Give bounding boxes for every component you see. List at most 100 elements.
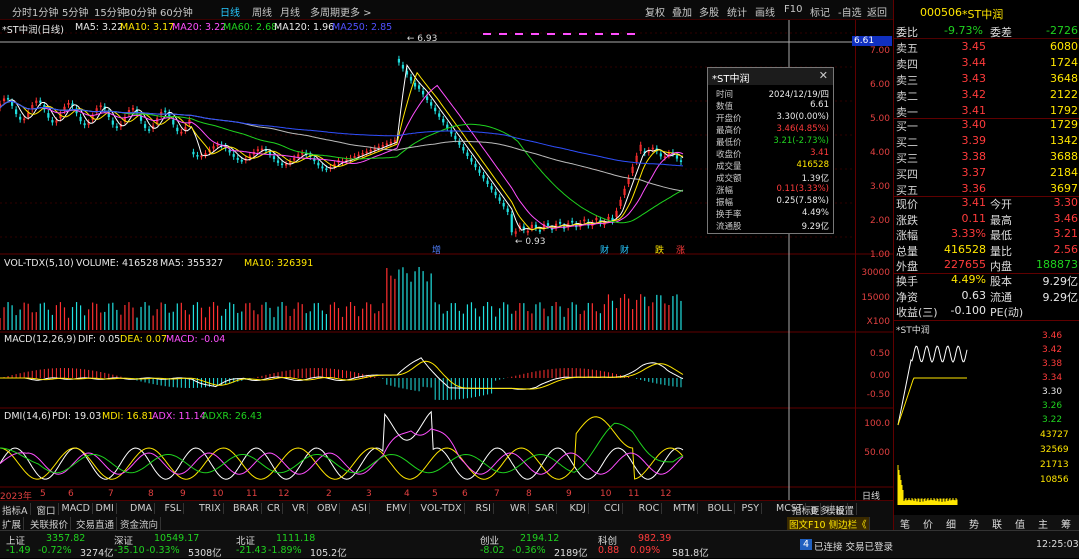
quote-label: 股本 bbox=[990, 275, 1012, 288]
indicator-tab[interactable]: MACD bbox=[60, 503, 93, 514]
index-amount: 5308亿 bbox=[188, 548, 222, 559]
y-axis: 7.00 6.00 5.00 4.00 3.00 2.00 1.00 6.61 30000 150… bbox=[852, 20, 893, 500]
ob-price: 3.42 bbox=[961, 88, 987, 101]
quote-row: 涨幅 3.33% 最低 3.21 bbox=[894, 227, 1079, 242]
month-label: 3 bbox=[366, 489, 372, 499]
month-label: 7 bbox=[494, 489, 500, 499]
quote-label: 流通 bbox=[990, 290, 1012, 304]
nav-tab[interactable]: 交易直通 bbox=[74, 517, 118, 531]
indicator-tab[interactable]: ASI bbox=[350, 503, 370, 514]
candle-body bbox=[462, 146, 465, 151]
vol-tick: X100 bbox=[866, 317, 890, 327]
candle-body bbox=[192, 151, 195, 155]
nav-tab[interactable]: 资金流向 bbox=[118, 517, 162, 531]
indicator-tab[interactable]: FSL bbox=[163, 503, 185, 514]
ob-volume: 1792 bbox=[1050, 104, 1078, 117]
indicator-tab[interactable]: EMV bbox=[384, 503, 410, 514]
clock: 12:25:03 bbox=[1036, 539, 1079, 550]
ma10-legend: MA10: 3.17 bbox=[120, 22, 175, 33]
candle-body bbox=[176, 127, 179, 132]
indicator-tab[interactable]: ROC bbox=[637, 503, 663, 514]
flag-mark bbox=[483, 33, 491, 35]
event-tag[interactable]: 财 bbox=[600, 243, 609, 256]
tooltip-row: 成交额 1.39亿 bbox=[708, 172, 833, 184]
sidebar-toggle[interactable]: 图文F10 侧边栏《 bbox=[787, 517, 870, 531]
nav-tab[interactable]: 关联报价 bbox=[28, 517, 72, 531]
mini-chart bbox=[897, 345, 968, 505]
indicator-tab[interactable]: DMA bbox=[128, 503, 156, 514]
month-label: 10 bbox=[212, 489, 224, 499]
macd-tick: 0.00 bbox=[869, 371, 890, 381]
tooltip-row: 数值 6.61 bbox=[708, 100, 833, 112]
indicator-tab[interactable]: KDJ bbox=[568, 503, 589, 514]
event-tag[interactable]: 涨 bbox=[676, 243, 685, 256]
panel-tab[interactable]: 价 bbox=[923, 516, 933, 531]
quote-row: 外盘 227655 内盘 188873 bbox=[894, 258, 1079, 273]
candle-body bbox=[47, 113, 50, 118]
tooltip-row: 最高价 3.46(4.85%) bbox=[708, 124, 833, 136]
month-label: 5 bbox=[432, 489, 438, 499]
ob-price: 3.37 bbox=[961, 166, 987, 179]
index-change: -8.02 bbox=[480, 545, 505, 556]
ma20-legend: MA20: 3.22 bbox=[172, 22, 227, 33]
panel-tab[interactable]: 筹 bbox=[1061, 516, 1071, 531]
ob-price: 3.43 bbox=[961, 72, 987, 85]
candle-body bbox=[325, 168, 328, 171]
quote-value: 9.29亿 bbox=[1042, 275, 1079, 288]
quote-row: 总量 416528 量比 2.56 bbox=[894, 243, 1079, 258]
indicator-tab[interactable]: SAR bbox=[533, 503, 558, 514]
panel-tab[interactable]: 主 bbox=[1038, 516, 1048, 531]
indicator-tab[interactable]: BOLL bbox=[706, 503, 735, 514]
candle-body bbox=[559, 221, 562, 224]
event-tag[interactable]: 财 bbox=[620, 243, 629, 256]
vol-tick: 15000 bbox=[861, 293, 890, 303]
vol-title: VOL-TDX(5,10) bbox=[4, 258, 74, 269]
indicator-tab[interactable]: PSY bbox=[740, 503, 763, 514]
order-book-row: 卖四 3.44 1724 bbox=[894, 56, 1079, 71]
wc-label: 委差 bbox=[990, 26, 1012, 39]
candle-body bbox=[538, 230, 542, 232]
indicator-tab[interactable]: CCI bbox=[602, 503, 624, 514]
price-tick: 5.00 bbox=[869, 114, 890, 124]
tooltip-row: 换手率 4.49% bbox=[708, 208, 833, 220]
indicator-tab[interactable]: WR bbox=[508, 503, 529, 514]
panel-tab[interactable]: 联 bbox=[992, 516, 1002, 531]
candle-body bbox=[397, 58, 401, 63]
tooltip-key: 流通股 bbox=[716, 222, 742, 232]
dmi-tick: 50.00 bbox=[864, 448, 890, 458]
notice-badge[interactable]: 4 bbox=[800, 539, 813, 550]
candle-body bbox=[6, 97, 10, 100]
ob-label: 卖四 bbox=[896, 58, 918, 71]
indicator-tab[interactable]: MTM bbox=[671, 503, 699, 514]
candle-body bbox=[482, 174, 485, 179]
tooltip-value: 416528 bbox=[796, 160, 829, 170]
high-label: ← 6.93 bbox=[406, 34, 438, 44]
event-tag[interactable]: 增 bbox=[432, 243, 441, 256]
panel-tab[interactable]: 笔 bbox=[900, 516, 910, 531]
indicator-tab[interactable]: TRIX bbox=[197, 503, 224, 514]
tooltip-key: 收盘价 bbox=[716, 150, 742, 160]
connection-status: 已连接 交易已登录 bbox=[814, 542, 894, 553]
indicator-tab[interactable]: CR bbox=[265, 503, 284, 514]
quote-row: 涨跌 0.11 最高 3.46 bbox=[894, 212, 1079, 227]
indicator-tab[interactable]: VOL-TDX bbox=[419, 503, 465, 514]
indicator-tab[interactable]: BRAR bbox=[231, 503, 262, 514]
dmi-pdi: PDI: 19.03 bbox=[52, 411, 102, 422]
candle-body bbox=[478, 169, 481, 173]
panel-tab[interactable]: 细 bbox=[946, 516, 956, 531]
candle-body bbox=[19, 116, 22, 120]
nav-tab[interactable]: 扩展 bbox=[0, 517, 25, 531]
panel-tab[interactable]: 值 bbox=[1015, 516, 1025, 531]
close-icon[interactable]: ✕ bbox=[819, 69, 828, 82]
indicator-tab[interactable]: DMI bbox=[94, 503, 117, 514]
event-tag[interactable]: 跌 bbox=[655, 243, 664, 256]
index-pct: 0.09% bbox=[630, 545, 661, 556]
index-change: -21.43 bbox=[236, 545, 267, 556]
ob-volume: 2122 bbox=[1050, 88, 1078, 101]
indicator-tab[interactable]: RSI bbox=[474, 503, 494, 514]
indicator-tab[interactable]: VR bbox=[290, 503, 309, 514]
indicator-tab[interactable]: OBV bbox=[315, 503, 341, 514]
index-change: -1.49 bbox=[6, 545, 31, 556]
ob-label: 买一 bbox=[896, 120, 918, 133]
panel-tab[interactable]: 势 bbox=[969, 516, 979, 531]
